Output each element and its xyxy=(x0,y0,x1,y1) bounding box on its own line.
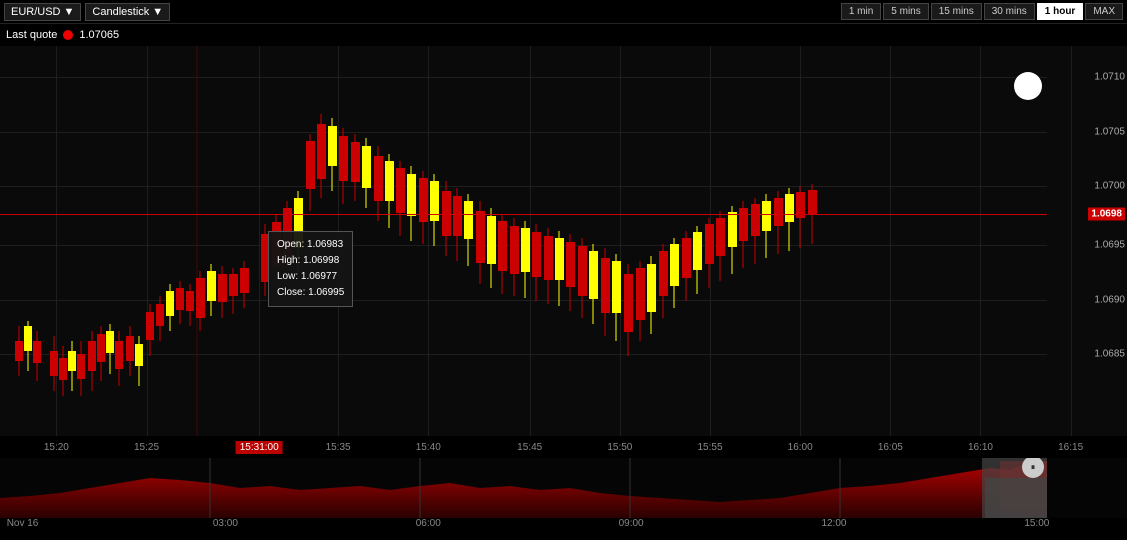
mini-time-0900: 09:00 xyxy=(619,518,644,529)
chart-type-label: Candlestick xyxy=(92,6,149,18)
symbol-label: EUR/USD xyxy=(11,6,61,18)
quote-value: 1.07065 xyxy=(79,29,119,41)
symbol-dropdown[interactable]: EUR/USD ▼ xyxy=(4,3,81,21)
pause-icon: ⏸ xyxy=(1031,462,1036,473)
tooltip-close-value: 1.06995 xyxy=(308,287,344,298)
time-label-1555: 15:55 xyxy=(697,442,722,453)
time-label-1535: 15:35 xyxy=(326,442,351,453)
tooltip-open-label: Open: xyxy=(277,239,304,250)
time-label-1531: 15:31:00 xyxy=(236,441,283,454)
last-quote-label: Last quote xyxy=(6,29,57,41)
mini-time-1200: 12:00 xyxy=(821,518,846,529)
mini-time-1500: 15:00 xyxy=(1024,518,1049,529)
tooltip-close: Close: 1.06995 xyxy=(277,285,344,301)
mini-time-axis: Nov 16 03:00 06:00 09:00 12:00 15:00 xyxy=(0,518,1127,540)
quote-dot-icon xyxy=(63,30,73,40)
chart-type-dropdown-arrow: ▼ xyxy=(152,6,163,18)
tooltip-high: High: 1.06998 xyxy=(277,253,344,269)
chart-type-dropdown[interactable]: Candlestick ▼ xyxy=(85,3,170,21)
mini-chart-svg xyxy=(0,458,1047,518)
time-label-1600: 16:00 xyxy=(788,442,813,453)
candlestick-chart xyxy=(0,46,1047,436)
candlestick-tooltip: Open: 1.06983 High: 1.06998 Low: 1.06977… xyxy=(268,231,353,307)
time-axis: 15:20 15:25 15:31:00 15:35 15:40 15:45 1… xyxy=(0,436,1127,458)
time-btn-30mins[interactable]: 30 mins xyxy=(984,3,1035,20)
symbol-dropdown-arrow: ▼ xyxy=(64,6,75,18)
time-label-1550: 15:50 xyxy=(607,442,632,453)
tooltip-low-label: Low: xyxy=(277,271,298,282)
time-label-1540: 15:40 xyxy=(416,442,441,453)
time-btn-1min[interactable]: 1 min xyxy=(841,3,881,20)
price-label-4: 1.0695 xyxy=(1094,239,1125,250)
price-label-3: 1.0700 xyxy=(1094,181,1125,192)
download-icon: ⬇ xyxy=(1023,80,1032,93)
left-controls: EUR/USD ▼ Candlestick ▼ xyxy=(4,3,170,21)
download-button[interactable]: ⬇ xyxy=(1014,72,1042,100)
mini-time-nov16: Nov 16 xyxy=(7,518,39,529)
price-label-active: 1.0698 xyxy=(1088,207,1125,220)
price-label-2: 1.0705 xyxy=(1094,126,1125,137)
time-buttons: 1 min 5 mins 15 mins 30 mins 1 hour MAX xyxy=(841,3,1123,20)
mini-chart: ⏸ xyxy=(0,458,1127,518)
tooltip-low: Low: 1.06977 xyxy=(277,269,344,285)
price-label-6: 1.0685 xyxy=(1094,349,1125,360)
time-btn-max[interactable]: MAX xyxy=(1085,3,1123,20)
time-label-1525: 15:25 xyxy=(134,442,159,453)
time-label-1545: 15:45 xyxy=(517,442,542,453)
v-grid-12 xyxy=(1071,46,1072,436)
time-label-1605: 16:05 xyxy=(878,442,903,453)
time-label-1610: 16:10 xyxy=(968,442,993,453)
time-label-1615: 16:15 xyxy=(1058,442,1083,453)
tooltip-open: Open: 1.06983 xyxy=(277,237,344,253)
crosshair-line xyxy=(0,214,1047,215)
main-chart: ⬇ xyxy=(0,46,1127,436)
tooltip-high-label: High: xyxy=(277,255,300,266)
time-label-1520: 15:20 xyxy=(44,442,69,453)
time-btn-1hour[interactable]: 1 hour xyxy=(1037,3,1084,20)
time-btn-5mins[interactable]: 5 mins xyxy=(883,3,928,20)
tooltip-low-value: 1.06977 xyxy=(301,271,337,282)
tooltip-close-label: Close: xyxy=(277,287,305,298)
price-label-5: 1.0690 xyxy=(1094,294,1125,305)
time-btn-15mins[interactable]: 15 mins xyxy=(931,3,982,20)
top-bar: EUR/USD ▼ Candlestick ▼ 1 min 5 mins 15 … xyxy=(0,0,1127,24)
quote-bar: Last quote 1.07065 xyxy=(0,24,1127,46)
mini-time-0300: 03:00 xyxy=(213,518,238,529)
mini-time-0600: 06:00 xyxy=(416,518,441,529)
tooltip-open-value: 1.06983 xyxy=(307,239,343,250)
price-label-1: 1.0710 xyxy=(1094,72,1125,83)
tooltip-high-value: 1.06998 xyxy=(303,255,339,266)
